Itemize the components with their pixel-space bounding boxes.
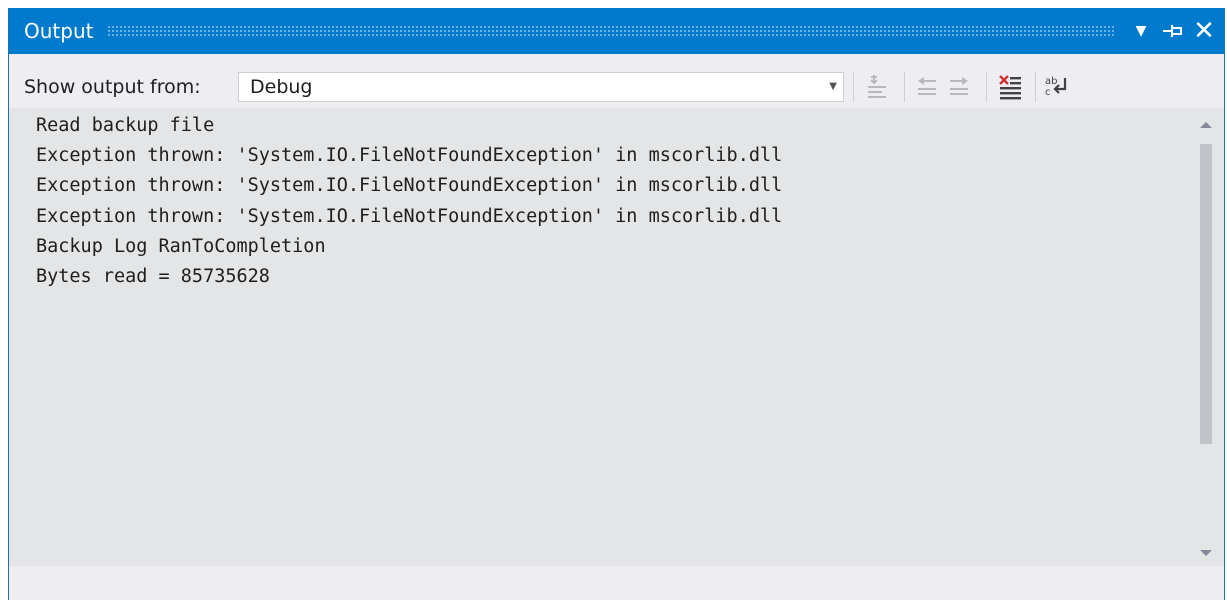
title-bar: Output ▼ ✕ [9,8,1224,54]
output-line: Read backup file [36,115,215,136]
find-message-in-code-icon[interactable] [861,70,893,104]
output-log: Read backup file Exception thrown: 'Syste… [36,111,782,292]
go-to-previous-message-icon[interactable] [911,70,943,104]
output-line: Exception thrown: 'System.IO.FileNotFoun… [36,205,783,227]
output-window: Output ▼ ✕ Show output from: Debug ▼ ab … [8,8,1225,600]
toolbar-separator [1035,72,1036,102]
close-icon[interactable]: ✕ [1189,8,1219,54]
scrollbar-thumb[interactable] [1200,144,1212,444]
scroll-up-arrow-icon[interactable] [1196,116,1216,134]
svg-text:ab: ab [1045,76,1057,87]
bottom-strip [9,566,1224,600]
title-grip[interactable] [107,25,1114,37]
chevron-down-icon: ▼ [829,81,837,92]
window-menu-icon[interactable]: ▼ [1127,8,1155,54]
output-line: Bytes read = 85735628 [36,265,270,287]
window-title: Output [24,19,94,43]
pin-icon[interactable] [1155,8,1189,54]
show-output-from-label: Show output from: [24,76,201,98]
toolbar: Show output from: Debug ▼ ab c [9,54,1224,116]
output-line: Exception thrown: 'System.IO.FileNotFoun… [36,145,783,167]
go-to-next-message-icon[interactable] [943,70,975,104]
output-source-value: Debug [250,76,313,98]
output-text-area[interactable]: Read backup file Exception thrown: 'Syste… [9,108,1224,566]
scroll-down-arrow-icon[interactable] [1196,544,1216,562]
output-line: Backup Log RanToCompletion [36,235,326,257]
output-source-select[interactable]: Debug ▼ [238,72,844,102]
clear-all-icon[interactable] [994,70,1026,104]
toolbar-separator [986,72,987,102]
toolbar-separator [904,72,905,102]
svg-text:c: c [1045,87,1051,98]
toolbar-separator [853,72,854,102]
vertical-scrollbar[interactable] [1196,108,1216,566]
toggle-word-wrap-icon[interactable]: ab c [1041,70,1073,104]
output-line: Exception thrown: 'System.IO.FileNotFoun… [36,175,783,197]
